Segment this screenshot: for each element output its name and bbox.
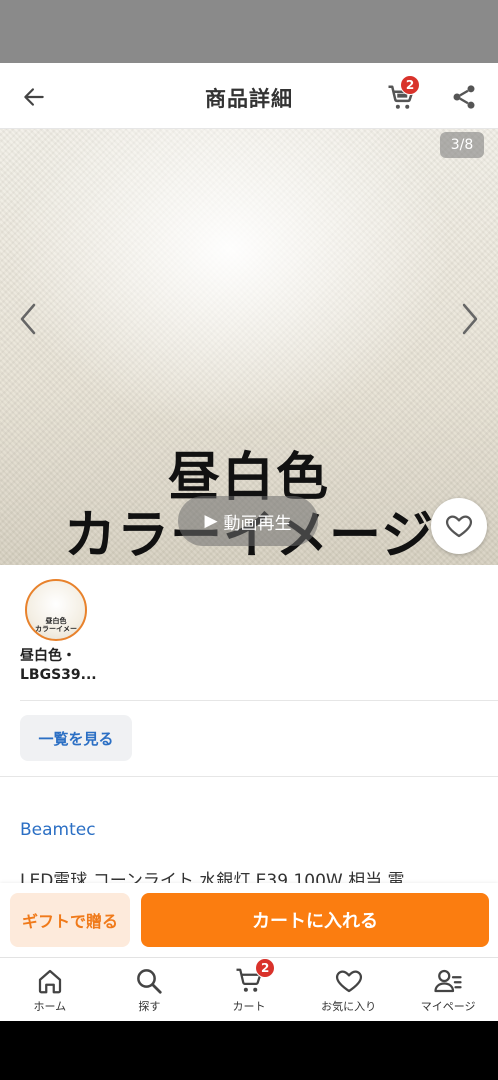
top-app-bar: 商品詳細 2	[0, 63, 498, 129]
bottom-navigation: ホーム 探す 2 カート お気に入り マイページ	[0, 957, 498, 1021]
variant-option[interactable]: 昼白色 カラーイメー 昼白色・ LBGS39...	[20, 579, 100, 685]
divider	[20, 700, 498, 701]
cart-count-badge: 2	[400, 75, 420, 95]
add-to-cart-button[interactable]: カートに入れる	[141, 893, 489, 947]
share-button[interactable]	[450, 83, 480, 113]
chevron-right-icon	[462, 303, 478, 335]
divider	[0, 776, 498, 777]
heart-icon	[335, 970, 362, 993]
share-icon	[453, 85, 475, 109]
variant-label-line2: LBGS39...	[20, 667, 97, 683]
play-icon: ▶	[204, 511, 218, 531]
play-video-button[interactable]: ▶ 動画再生	[178, 496, 318, 546]
tab-label: お気に入り	[321, 1000, 377, 1013]
tab-home[interactable]: ホーム	[0, 958, 100, 1021]
tab-label: マイページ	[420, 1000, 476, 1013]
chevron-left-icon	[20, 303, 36, 335]
variant-thumb-text-2: カラーイメー	[35, 625, 77, 633]
variant-thumbnail: 昼白色 カラーイメー	[25, 579, 87, 641]
header-cart-button[interactable]: 2	[386, 75, 420, 113]
gift-button[interactable]: ギフトで贈る	[10, 893, 130, 947]
tab-mypage[interactable]: マイページ	[398, 958, 498, 1021]
brand-link[interactable]: Beamtec	[20, 820, 96, 840]
cart-count-badge: 2	[255, 958, 276, 978]
tab-label: ホーム	[33, 1000, 67, 1013]
status-bar	[0, 0, 498, 63]
previous-image-button[interactable]	[14, 299, 44, 339]
variant-label-line1: 昼白色・	[20, 648, 76, 664]
tab-search[interactable]: 探す	[100, 958, 200, 1021]
variant-label: 昼白色・ LBGS39...	[20, 647, 100, 685]
purchase-action-bar: ギフトで贈る カートに入れる	[0, 883, 498, 957]
tab-cart[interactable]: 2 カート	[199, 958, 299, 1021]
image-counter: 3/8	[440, 132, 484, 158]
favorite-button[interactable]	[431, 498, 487, 554]
product-image-gallery[interactable]: 3/8 昼白色 カラーイメージ ▶ 動画再生	[0, 129, 498, 565]
heart-icon	[446, 515, 472, 538]
home-icon	[38, 969, 61, 994]
page-title: 商品詳細	[205, 87, 293, 111]
tab-label: 探す	[138, 1000, 161, 1013]
user-icon	[434, 969, 462, 993]
variant-thumb-text-1: 昼白色	[45, 617, 67, 625]
tab-label: カート	[232, 1000, 266, 1013]
search-icon	[137, 969, 163, 994]
tab-favorites[interactable]: お気に入り	[299, 958, 399, 1021]
app-screen: 商品詳細 2 3/8 昼白色 カ	[0, 63, 498, 1021]
next-image-button[interactable]	[454, 299, 484, 339]
see-all-button[interactable]: 一覧を見る	[20, 715, 132, 761]
play-video-label: 動画再生	[223, 513, 292, 534]
